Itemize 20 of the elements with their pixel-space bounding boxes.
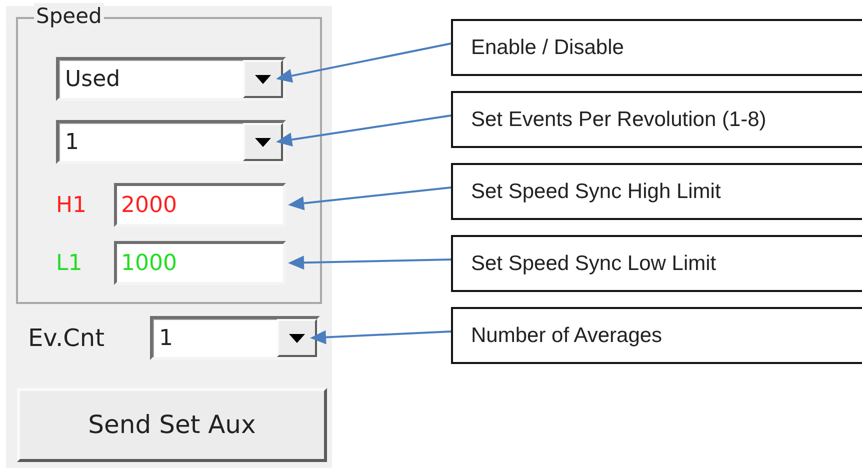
dropdown-field[interactable]: Used (56, 57, 286, 101)
input-field[interactable]: 2000 (114, 183, 286, 227)
dropdown-field[interactable]: 1 (150, 316, 320, 360)
callout-box: Set Speed Sync High Limit (451, 163, 862, 220)
callout-box: Set Events Per Revolution (1-8) (451, 91, 862, 148)
callout-box: Number of Averages (451, 307, 862, 364)
caret-icon (255, 74, 271, 84)
callout-box: Set Speed Sync Low Limit (451, 235, 862, 292)
dropdown-button[interactable] (243, 123, 283, 161)
field-label: Ev.Cnt (28, 323, 106, 354)
dropdown-button[interactable] (243, 60, 283, 98)
field-label: L1 (56, 250, 84, 278)
callout-box: Enable / Disable (451, 19, 862, 76)
dropdown-field[interactable]: 1 (56, 120, 286, 164)
field-label: H1 (56, 192, 88, 220)
caret-icon (255, 138, 271, 146)
caret-icon (289, 334, 305, 342)
send-button[interactable]: Send Set Aux (17, 388, 327, 462)
group-title: Speed (34, 3, 104, 29)
dropdown-button[interactable] (277, 319, 317, 357)
